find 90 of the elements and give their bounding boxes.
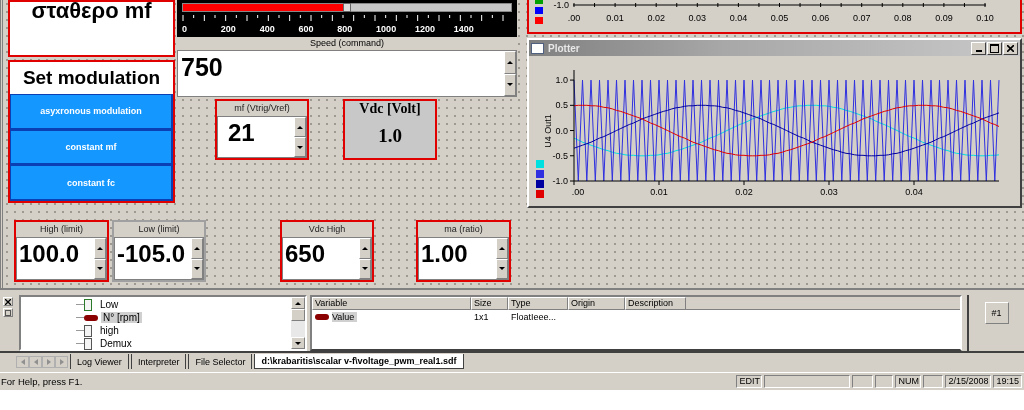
column-header[interactable]: Type xyxy=(508,297,568,310)
axis-tick-label: -1.0 xyxy=(553,0,569,10)
window-icon xyxy=(531,42,544,54)
axis-tick-label: 0.05 xyxy=(770,13,789,23)
instrument-label: Vdc High xyxy=(307,223,347,236)
axis-tick-label: -0.5 xyxy=(552,150,568,161)
close-button[interactable] xyxy=(1003,41,1018,55)
axis-tick-label: 0.03 xyxy=(688,13,707,23)
scroll-down-button[interactable] xyxy=(291,337,305,349)
tree-item[interactable]: N° [rpm] xyxy=(101,312,142,323)
axis-tick-label: 0.04 xyxy=(905,187,923,197)
tree-item[interactable]: Demux xyxy=(98,338,134,349)
scrollbar[interactable] xyxy=(291,297,305,349)
axis-tick-label: 0.04 xyxy=(729,13,748,23)
minimize-button[interactable] xyxy=(971,41,986,55)
variable-icon xyxy=(315,314,329,320)
instrument-label: Low (limit) xyxy=(137,223,181,236)
scale-label: 1200 xyxy=(414,24,435,34)
up-triangle-icon xyxy=(295,301,301,305)
status-pane: 2/15/2008 xyxy=(945,375,992,388)
table-cell: FloatIeee... xyxy=(511,312,557,322)
block-icon xyxy=(84,298,92,311)
scroll-thumb[interactable] xyxy=(291,309,305,321)
line-series xyxy=(573,104,1000,157)
scroll-up-button[interactable] xyxy=(291,297,305,309)
scale-label: 0 xyxy=(182,24,187,34)
axis-tick-label: 0.10 xyxy=(976,13,994,23)
axis-tick-label: 0.07 xyxy=(852,13,871,23)
instrument-label: High (limit) xyxy=(39,223,84,236)
slider-track[interactable] xyxy=(182,3,512,12)
column-header[interactable]: Description xyxy=(625,297,686,310)
axis-tick-label: 0.02 xyxy=(647,13,665,23)
instrument-label: mf (Vtrig/Vref) xyxy=(233,102,291,115)
panel-title: Set modulation xyxy=(21,66,162,90)
window-title: Plotter xyxy=(548,42,581,54)
label-instrument: σταθερο mf xyxy=(8,0,175,57)
display-value: 1.0 xyxy=(378,125,402,147)
axis-tick-label: .00 xyxy=(567,13,581,23)
instrument-label: ma (ratio) xyxy=(443,223,484,236)
scale-label: 600 xyxy=(298,24,314,34)
scale-label: 200 xyxy=(220,24,236,34)
triangle-icon xyxy=(33,358,38,365)
close-icon xyxy=(1007,44,1014,52)
column-header[interactable]: Size xyxy=(471,297,508,310)
table-cell: 1x1 xyxy=(474,312,489,322)
axis-tick-label: 0.5 xyxy=(555,100,568,111)
scale-label: 1400 xyxy=(453,24,474,34)
axis-tick-label: 0.08 xyxy=(894,13,912,23)
maximize-icon xyxy=(990,43,999,53)
axis-tick-label: .00 xyxy=(571,187,585,197)
maximize-button[interactable] xyxy=(987,41,1002,55)
column-header[interactable]: Origin xyxy=(568,297,625,310)
axis-tick-label: 0.0 xyxy=(555,125,568,136)
instrument-label: Vdc [Volt] xyxy=(359,101,421,117)
axis-tick-label: 0.03 xyxy=(820,187,838,197)
status-pane: NUM xyxy=(895,375,922,388)
status-pane: EDIT xyxy=(736,375,763,388)
axis-tick-label: 0.02 xyxy=(735,187,753,197)
status-pane: 19:15 xyxy=(993,375,1022,388)
layout-button[interactable]: #1 xyxy=(984,302,1009,324)
scale-label: 400 xyxy=(259,24,275,34)
axis-tick-label: 0.01 xyxy=(606,13,624,23)
variable-icon xyxy=(84,314,98,321)
scale-label: 800 xyxy=(337,24,353,34)
axis-tick-label: 0.01 xyxy=(650,187,668,197)
triangle-icon xyxy=(20,358,25,365)
table-cell[interactable]: Value xyxy=(332,312,358,322)
tab[interactable]: File Selector xyxy=(188,354,253,369)
down-triangle-icon xyxy=(295,341,301,345)
scale-label: 1000 xyxy=(376,24,397,34)
status-text: For Help, press F1. xyxy=(0,376,84,387)
slider-thumb[interactable] xyxy=(343,3,351,12)
column-header[interactable]: Variable xyxy=(312,297,471,310)
axis-title: U4 Out1 xyxy=(543,114,553,148)
tree-item[interactable]: high xyxy=(98,325,121,336)
axis-tick-label: 0.06 xyxy=(811,13,830,23)
minimize-icon xyxy=(975,49,982,52)
status-pane xyxy=(923,375,944,388)
tree-item[interactable]: Low xyxy=(98,299,121,310)
triangle-icon xyxy=(46,358,51,365)
axis-tick-label: 1.0 xyxy=(555,75,568,86)
status-pane xyxy=(875,375,894,388)
triangle-icon xyxy=(59,358,64,365)
axis-tick-label: 0.09 xyxy=(935,13,953,23)
tab[interactable]: Interpreter xyxy=(130,354,187,369)
close-button[interactable] xyxy=(3,297,13,306)
close-icon xyxy=(5,298,11,305)
tab[interactable]: d:\krabaritis\scalar v-f\voltage_pwm_real1.sdf xyxy=(254,354,464,369)
tab[interactable]: Log Viewer xyxy=(70,354,129,369)
axis-tick-label: -1.0 xyxy=(552,176,568,186)
